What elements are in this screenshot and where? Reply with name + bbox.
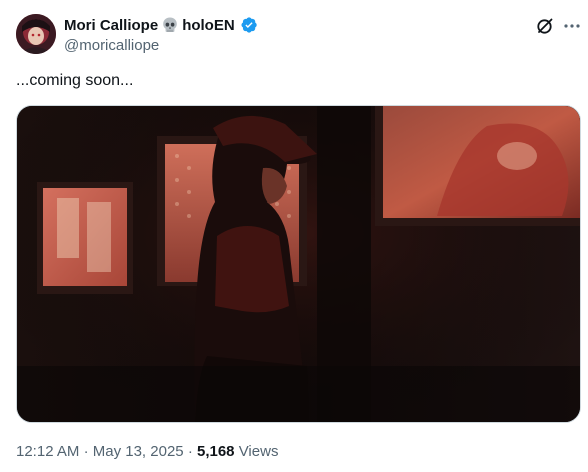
grok-button[interactable] [533, 14, 557, 38]
display-name[interactable]: Mori Calliope [64, 17, 158, 34]
tweet-meta: 12:12 AM · May 13, 2025 · 5,168 Views [16, 443, 278, 460]
name-suffix[interactable]: holoEN [182, 17, 235, 34]
author-handle[interactable]: @moricalliope [64, 37, 159, 54]
tweet-date[interactable]: May 13, 2025 [93, 443, 184, 460]
skull-emoji-icon [161, 16, 179, 34]
views-count: 5,168 [196, 443, 235, 460]
meta-separator: · [83, 443, 89, 460]
views-label: Views [238, 443, 279, 460]
more-options-button[interactable] [560, 14, 584, 38]
tweet-text: ...coming soon... [16, 72, 134, 89]
verified-badge-icon[interactable] [240, 16, 258, 34]
media-photo [17, 106, 580, 422]
more-options-icon [564, 24, 580, 28]
grok-icon [537, 18, 553, 34]
tweet-media-image[interactable] [16, 105, 581, 423]
author-name[interactable]: Mori Calliope holoEN [64, 15, 258, 35]
avatar-image [16, 14, 56, 54]
avatar[interactable] [16, 14, 56, 54]
meta-separator-2: · [187, 443, 193, 460]
tweet-time[interactable]: 12:12 AM [16, 443, 79, 460]
